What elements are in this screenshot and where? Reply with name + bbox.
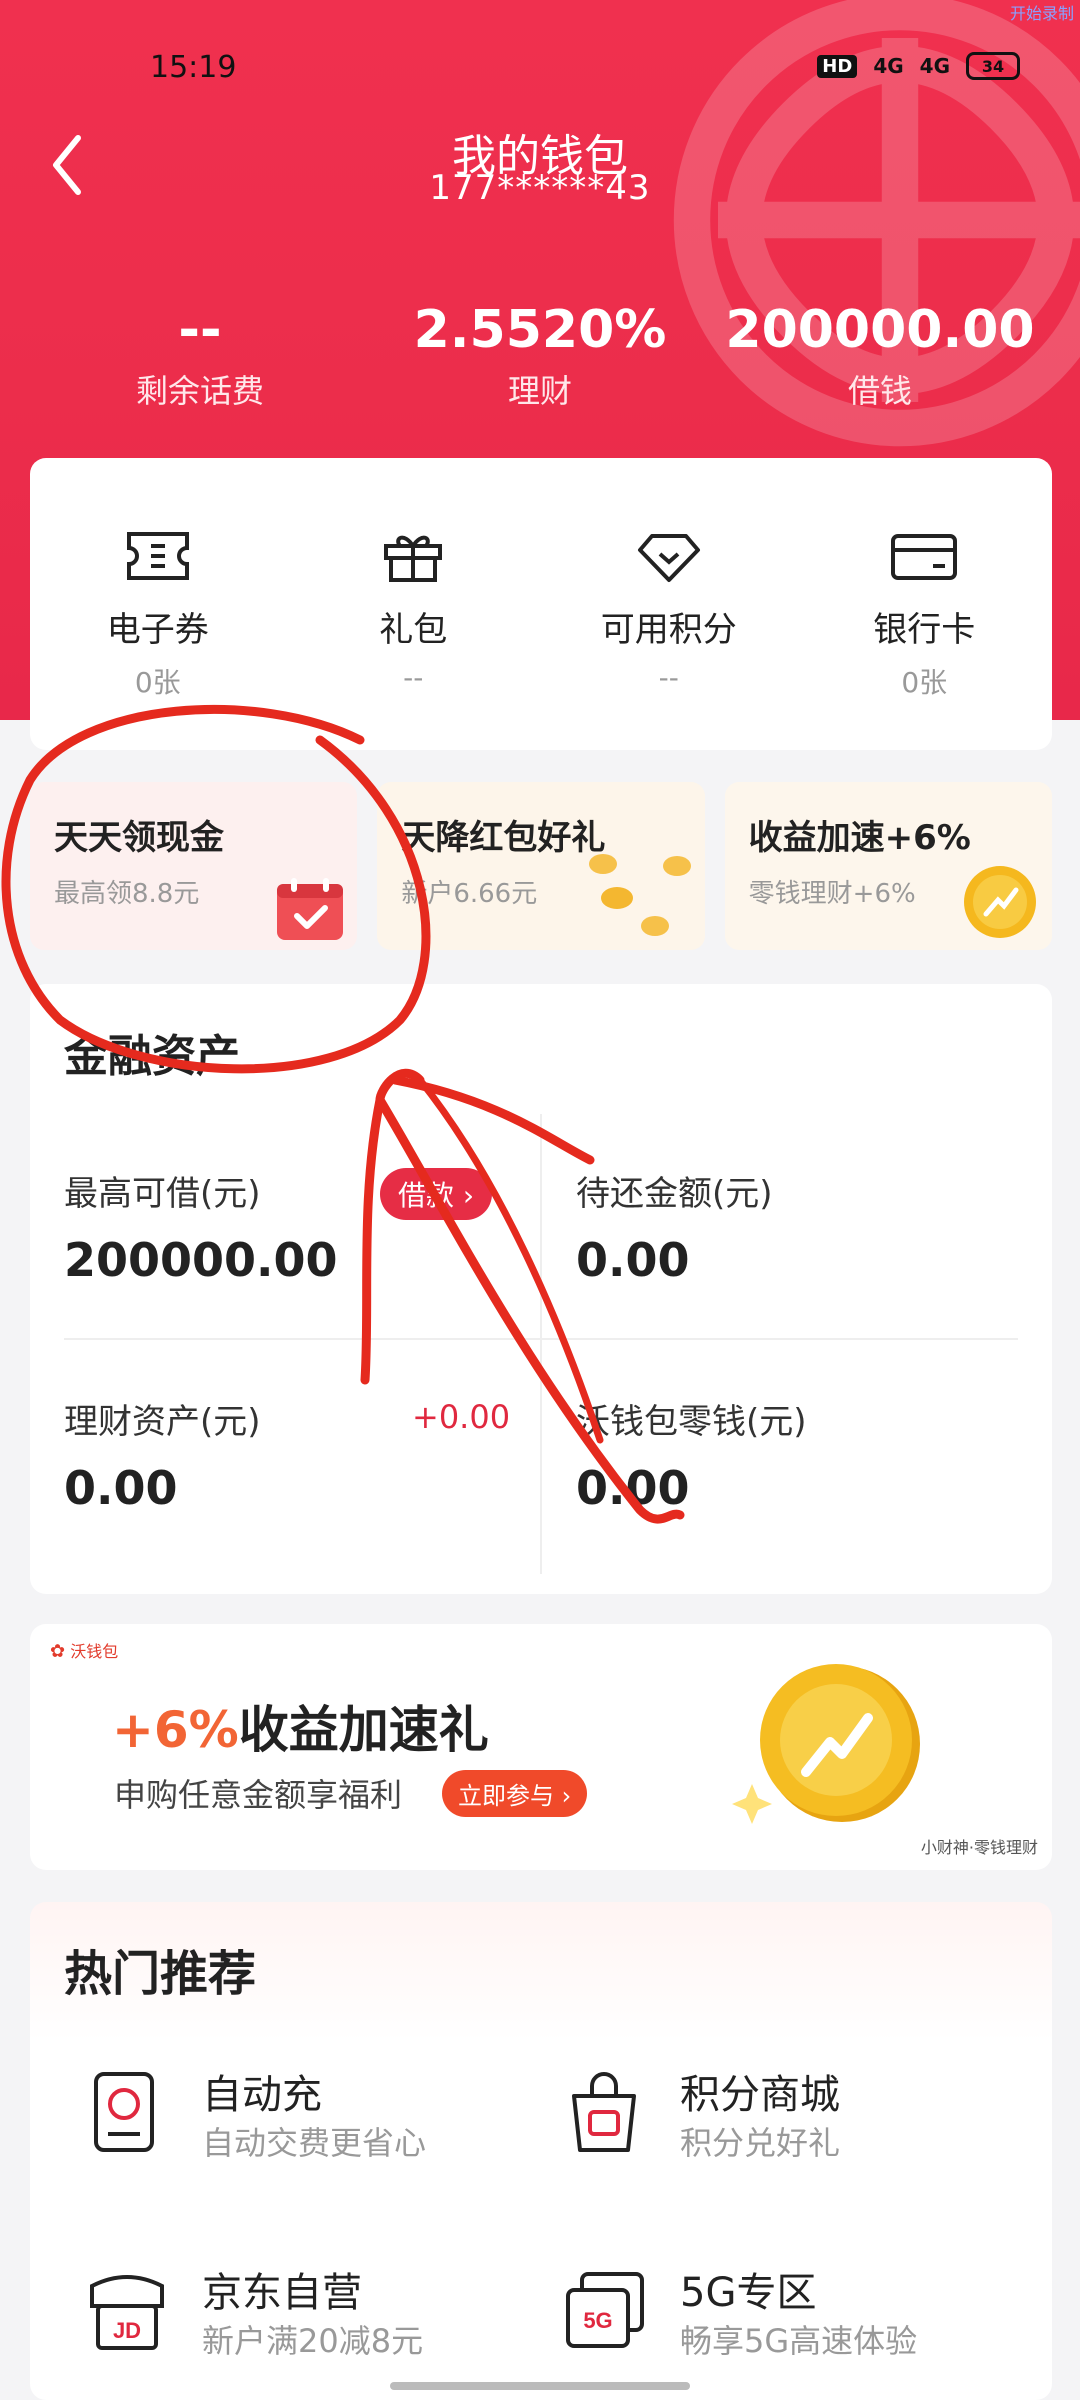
5g-icon: 5G xyxy=(566,2272,644,2348)
loan-button[interactable]: 借款 › xyxy=(380,1168,493,1220)
yield-boost-banner[interactable]: ✿ 沃钱包 +6%收益加速礼 申购任意金额享福利 立即参与 › 小财神·零钱理财 xyxy=(30,1624,1052,1870)
svg-text:5G: 5G xyxy=(583,2308,612,2333)
ticket-icon xyxy=(126,532,189,580)
hot-name: 自动充 xyxy=(202,2072,322,2118)
signal-4g-icon-2: 4G xyxy=(919,54,950,78)
promo-title: 收益加速+6% xyxy=(748,818,971,858)
loan-max-cell[interactable]: 最高可借(元) 200000.00 xyxy=(64,1166,338,1287)
hot-item-auto-recharge[interactable]: 自动充 自动交费更省心 xyxy=(82,2062,532,2182)
financial-assets-card: 金融资产 最高可借(元) 200000.00 借款 › 待还金额(元) 0.00… xyxy=(30,984,1052,1594)
cell-value: 200000.00 xyxy=(64,1233,338,1287)
promo-yield-boost[interactable]: 收益加速+6% 零钱理财+6% xyxy=(724,782,1052,950)
hot-name: 京东自营 xyxy=(202,2270,362,2316)
wo-wallet-logo: ✿ 沃钱包 xyxy=(50,1641,119,1662)
cell-label: 待还金额(元) xyxy=(576,1174,773,1214)
hot-name: 积分商城 xyxy=(680,2072,840,2118)
stat-label: 剩余话费 xyxy=(135,372,264,410)
stat-value: 200000.00 xyxy=(725,300,1035,360)
banner-sub: 申购任意金额享福利 xyxy=(114,1776,403,1814)
status-time: 15:19 xyxy=(150,50,237,85)
unicom-logo-icon: ✿ xyxy=(50,1641,66,1662)
hot-name: 5G专区 xyxy=(680,2270,817,2316)
gift-icon xyxy=(384,535,443,582)
hot-sub: 畅享5G高速体验 xyxy=(680,2322,918,2360)
divider xyxy=(64,1338,1018,1340)
promo-daily-cash[interactable]: 天天领现金 最高领8.8元 xyxy=(30,782,358,950)
hot-sub: 积分兑好礼 xyxy=(680,2124,841,2162)
stat-label: 借钱 xyxy=(847,372,912,410)
hot-sub: 新户满20减8元 xyxy=(202,2322,424,2360)
phone-number: 177******43 xyxy=(429,168,651,208)
diamond-icon xyxy=(637,534,700,582)
repay-cell[interactable]: 待还金额(元) 0.00 xyxy=(576,1166,773,1287)
quick-label: 银行卡 xyxy=(873,610,976,650)
section-title: 金融资产 xyxy=(64,1031,240,1082)
section-title: 热门推荐 xyxy=(64,1946,257,2002)
stat-loan[interactable]: 200000.00 借钱 xyxy=(720,300,1040,412)
hd-icon: HD xyxy=(817,54,858,78)
quick-sub: -- xyxy=(658,661,679,694)
jd-icon: JD xyxy=(90,2275,164,2350)
quick-item-gift[interactable]: 礼包 -- xyxy=(298,528,528,750)
hot-item-points-mall[interactable]: 积分商城 积分兑好礼 xyxy=(560,2062,1010,2182)
auto-recharge-icon xyxy=(94,2072,154,2152)
banner-caption: 小财神·零钱理财 xyxy=(920,1838,1038,1857)
cell-value: 0.00 xyxy=(64,1461,178,1515)
calendar-check-icon xyxy=(277,878,344,940)
stat-wealth[interactable]: 2.5520% 理财 xyxy=(380,300,700,412)
stat-value: 2.5520% xyxy=(413,300,667,360)
wallet-change-cell[interactable]: 沃钱包零钱(元) 0.00 xyxy=(576,1394,807,1515)
gold-coin-icon xyxy=(732,1664,920,1824)
quick-label: 可用积分 xyxy=(600,610,737,650)
home-indicator[interactable] xyxy=(390,2382,690,2390)
promo-row: 天天领现金 最高领8.8元 天降红包好礼 新户6.66元 收益加速+6% 零钱理… xyxy=(30,782,1052,950)
battery-icon: 34 xyxy=(966,52,1020,80)
bank-card-icon xyxy=(891,534,958,580)
status-bar: 15:19 HD 4G 4G 34 xyxy=(0,50,1080,90)
wealth-cell[interactable]: 理财资产(元) 0.00 xyxy=(64,1394,261,1515)
recording-note: 开始录制 xyxy=(1009,4,1074,23)
signal-4g-icon: 4G xyxy=(873,54,904,78)
cell-label: 理财资产(元) xyxy=(64,1402,261,1442)
cell-value: 0.00 xyxy=(576,1233,690,1287)
quick-sub: 0张 xyxy=(134,666,181,699)
quick-item-points[interactable]: 可用积分 -- xyxy=(554,528,784,750)
divider xyxy=(540,1114,542,1574)
quick-sub: 0张 xyxy=(901,666,948,699)
hot-item-5g[interactable]: 5G 5G专区 畅享5G高速体验 xyxy=(560,2260,1010,2380)
stats-row: -- 剩余话费 2.5520% 理财 200000.00 借钱 xyxy=(0,300,1080,412)
promo-red-packet[interactable]: 天降红包好礼 新户6.66元 xyxy=(377,782,705,950)
gold-coin-icon xyxy=(963,866,1036,938)
coins-icon xyxy=(588,854,691,936)
stat-balance[interactable]: -- 剩余话费 xyxy=(40,300,360,412)
stat-label: 理财 xyxy=(507,372,572,410)
quick-item-coupons[interactable]: 电子券 0张 xyxy=(43,528,273,750)
cell-label: 最高可借(元) xyxy=(64,1174,261,1214)
join-button[interactable]: 立即参与 › xyxy=(442,1770,588,1817)
quick-actions-card: 电子券 0张 礼包 -- 可用积分 -- 银行卡 0张 xyxy=(30,458,1052,750)
quick-item-bank-card[interactable]: 银行卡 0张 xyxy=(809,528,1039,750)
hot-item-jd[interactable]: JD 京东自营 新户满20减8元 xyxy=(82,2260,532,2380)
wealth-change: +0.00 xyxy=(412,1398,511,1436)
promo-title: 天天领现金 xyxy=(54,818,224,858)
quick-label: 礼包 xyxy=(379,610,448,650)
cell-label: 沃钱包零钱(元) xyxy=(576,1402,807,1442)
hot-recommend-section: 热门推荐 自动充 自动交费更省心 积分商城 积分兑好礼 JD 京东自营 新户满2… xyxy=(30,1902,1052,2400)
hot-sub: 自动交费更省心 xyxy=(202,2124,427,2162)
cell-value: 0.00 xyxy=(576,1461,690,1515)
points-mall-icon xyxy=(572,2072,636,2152)
stat-value: -- xyxy=(178,300,222,360)
quick-label: 电子券 xyxy=(106,610,209,650)
banner-title: +6%收益加速礼 xyxy=(112,1701,489,1759)
svg-text:JD: JD xyxy=(113,2318,141,2343)
quick-sub: -- xyxy=(403,661,424,694)
